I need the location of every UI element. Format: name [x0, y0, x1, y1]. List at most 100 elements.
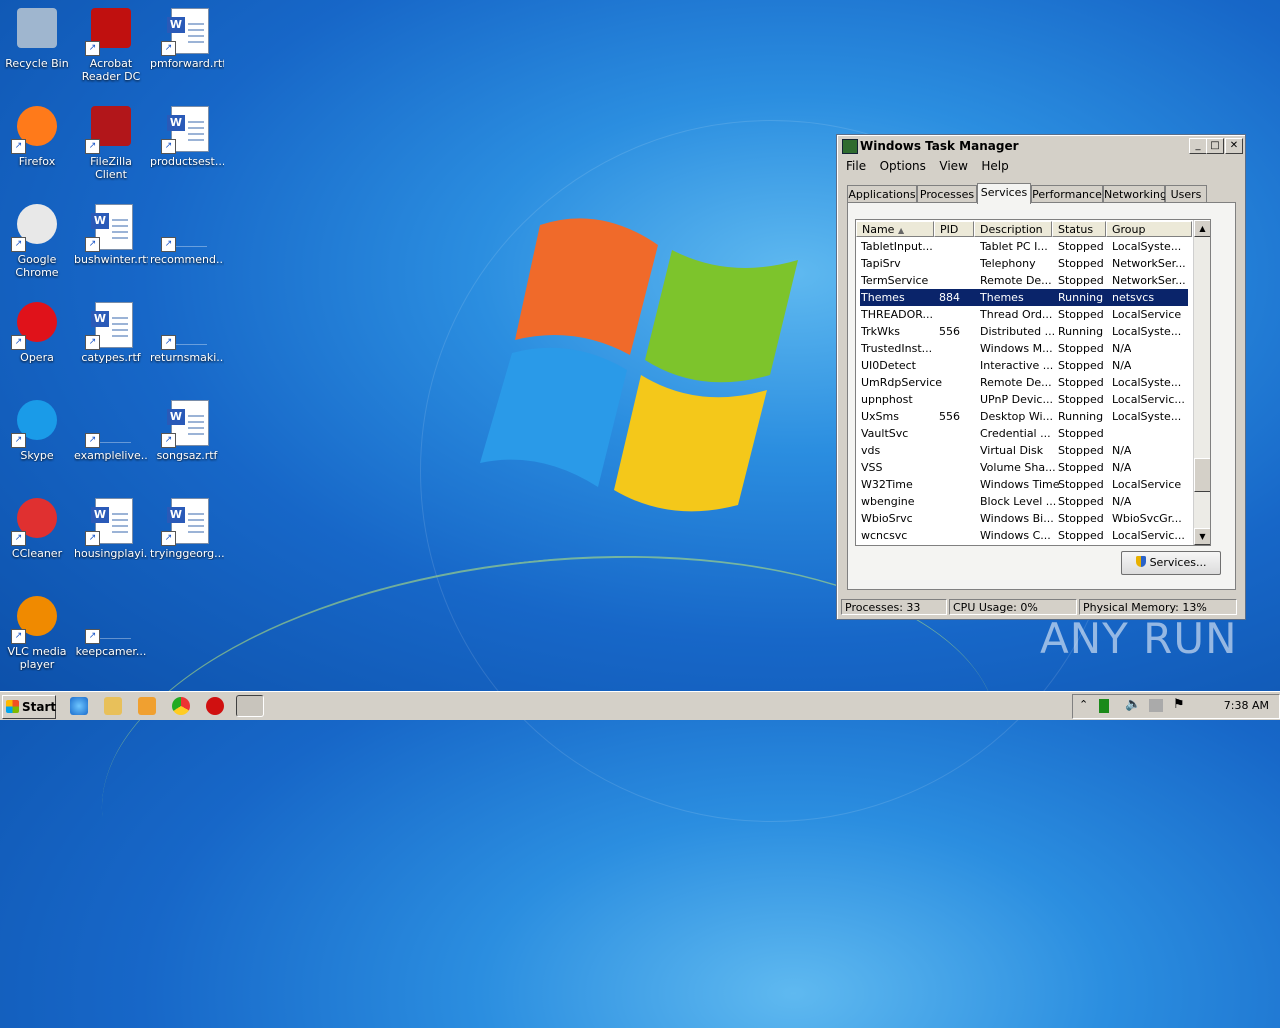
column-name-label: Name [862, 223, 895, 236]
desktop-icon[interactable]: W ↗ housingplayi... [74, 496, 148, 560]
table-row[interactable]: UI0Detect Interactive ... Stopped N/A [856, 357, 1188, 374]
desktop-icon[interactable]: ↗ Opera [0, 300, 74, 364]
scroll-thumb[interactable] [1194, 458, 1210, 492]
cell-group: LocalServic... [1112, 529, 1185, 542]
cell-desc: Windows Time [980, 478, 1060, 491]
menu-options[interactable]: Options [875, 157, 931, 175]
cell-status: Stopped [1058, 342, 1104, 355]
clock[interactable]: 7:38 AM [1224, 699, 1269, 712]
desktop-icon[interactable]: ↗ VLC media player [0, 594, 74, 671]
word-document-icon: W ↗ [161, 6, 211, 56]
cell-name: TrustedInst... [861, 342, 933, 355]
desktop-icon[interactable]: ↗ Google Chrome [0, 202, 74, 279]
desktop-icon[interactable]: ↗ recommend... [150, 202, 224, 266]
column-description[interactable]: Description [974, 221, 1052, 237]
table-row[interactable]: WbioSrvc Windows Bi... Stopped WbioSvcGr... [856, 510, 1188, 527]
table-row[interactable]: TrkWks 556 Distributed ... Running LocalSyst… [856, 323, 1188, 340]
column-name[interactable]: Name ▲ [856, 221, 934, 237]
table-row[interactable]: wbengine Block Level ... Stopped N/A [856, 493, 1188, 510]
desktop-icon[interactable]: W ↗ tryinggeorg... [150, 496, 224, 560]
tab-processes[interactable]: Processes [917, 185, 977, 203]
desktop-icon[interactable]: W ↗ catypes.rtf [74, 300, 148, 364]
tab-users[interactable]: Users [1165, 185, 1207, 203]
opera-taskbar-icon[interactable] [206, 697, 224, 715]
start-label: Start [22, 700, 57, 714]
cell-group: WbioSvcGr... [1112, 512, 1182, 525]
column-status[interactable]: Status [1052, 221, 1106, 237]
shortcut-arrow-icon: ↗ [11, 335, 26, 350]
desktop-icon[interactable]: ↗ examplelive... [74, 398, 148, 462]
cell-status: Stopped [1058, 240, 1104, 253]
desktop-icon[interactable]: ↗ returnsmaki... [150, 300, 224, 364]
table-row[interactable]: TrustedInst... Windows M... Stopped N/A [856, 340, 1188, 357]
cell-desc: Windows C... [980, 529, 1051, 542]
table-row[interactable]: wcncsvc Windows C... Stopped LocalServic... [856, 527, 1188, 544]
shortcut-arrow-icon: ↗ [11, 237, 26, 252]
desktop-icon-label: keepcamer... [75, 645, 147, 658]
table-row[interactable]: VaultSvc Credential ... Stopped [856, 425, 1188, 442]
chrome-taskbar-icon[interactable] [172, 697, 190, 715]
tab-networking[interactable]: Networking [1103, 185, 1167, 203]
column-pid[interactable]: PID [934, 221, 974, 237]
shortcut-arrow-icon: ↗ [11, 433, 26, 448]
cell-status: Running [1058, 325, 1104, 338]
maximize-button[interactable]: □ [1206, 138, 1224, 154]
tab-applications[interactable]: Applications [847, 185, 917, 203]
vertical-scrollbar[interactable]: ▲ ▼ [1193, 220, 1210, 545]
column-group[interactable]: Group [1106, 221, 1192, 237]
services-list[interactable]: Name ▲ PID Description Status Group Tabl… [855, 219, 1211, 546]
desktop-icon[interactable]: W ↗ bushwinter.rtf [74, 202, 148, 266]
tab-performance[interactable]: Performance [1031, 185, 1103, 203]
desktop-icon[interactable]: W ↗ productsest... [150, 104, 224, 168]
table-row[interactable]: TabletInput... Tablet PC I... Stopped Local… [856, 238, 1188, 255]
action-center-flag-icon[interactable]: ⚑ [1173, 697, 1185, 712]
table-row[interactable]: VSS Volume Sha... Stopped N/A [856, 459, 1188, 476]
tray-app-icon[interactable] [1099, 699, 1109, 713]
desktop-icon[interactable]: ↗ keepcamer... [74, 594, 148, 658]
desktop-icon[interactable]: Recycle Bin [0, 6, 74, 70]
menu-file[interactable]: File [841, 157, 871, 175]
menu-view[interactable]: View [934, 157, 972, 175]
table-row[interactable]: vds Virtual Disk Stopped N/A [856, 442, 1188, 459]
task-manager-taskbar-button[interactable] [236, 695, 264, 717]
desktop-icon[interactable]: ↗ Skype [0, 398, 74, 462]
table-row[interactable]: TapiSrv Telephony Stopped NetworkSer... [856, 255, 1188, 272]
folder-icon[interactable] [104, 697, 122, 715]
close-button[interactable]: ✕ [1225, 138, 1243, 154]
table-row[interactable]: UxSms 556 Desktop Wi... Running LocalSyste..… [856, 408, 1188, 425]
task-manager-window[interactable]: Windows Task Manager _ □ ✕ File Options … [836, 134, 1246, 620]
cell-name: UxSms [861, 410, 899, 423]
media-player-icon[interactable] [138, 697, 156, 715]
desktop-icon[interactable]: ↗ Firefox [0, 104, 74, 168]
start-button[interactable]: Start [2, 695, 56, 719]
desktop-icon[interactable]: ↗ Acrobat Reader DC [74, 6, 148, 83]
table-row[interactable]: upnphost UPnP Devic... Stopped LocalServic.… [856, 391, 1188, 408]
desktop-icon-label: Opera [20, 351, 54, 364]
scroll-down-button[interactable]: ▼ [1194, 528, 1210, 545]
desktop-icon[interactable]: W ↗ pmforward.rtf [150, 6, 224, 70]
table-row[interactable]: TermService Remote De... Stopped NetworkSer… [856, 272, 1188, 289]
scroll-up-button[interactable]: ▲ [1194, 220, 1210, 237]
network-icon[interactable] [1149, 699, 1163, 712]
cell-desc: Themes [980, 291, 1024, 304]
services-button[interactable]: Services... [1121, 551, 1221, 575]
desktop-icon[interactable]: W ↗ songsaz.rtf [150, 398, 224, 462]
volume-icon[interactable]: 🔈 [1125, 697, 1141, 712]
minimize-button[interactable]: _ [1189, 138, 1207, 154]
title-bar[interactable]: Windows Task Manager _ □ ✕ [839, 137, 1243, 155]
tab-services[interactable]: Services [977, 183, 1031, 204]
skype-icon: ↗ [11, 398, 61, 448]
cell-name: UI0Detect [861, 359, 916, 372]
desktop-icon[interactable]: ↗ CCleaner [0, 496, 74, 560]
cell-desc: Thread Ord... [980, 308, 1053, 321]
table-row[interactable]: THREADOR... Thread Ord... Stopped LocalServ… [856, 306, 1188, 323]
menu-help[interactable]: Help [976, 157, 1013, 175]
show-hidden-icons-icon[interactable]: ⌃ [1079, 698, 1088, 711]
table-row[interactable]: Themes 884 Themes Running netsvcs [860, 289, 1188, 306]
desktop-icon[interactable]: ↗ FileZilla Client [74, 104, 148, 181]
blank-file-icon: ↗ [161, 300, 211, 350]
internet-explorer-icon[interactable] [70, 697, 88, 715]
cell-status: Stopped [1058, 461, 1104, 474]
table-row[interactable]: W32Time Windows Time Stopped LocalService [856, 476, 1188, 493]
table-row[interactable]: UmRdpService Remote De... Stopped LocalSyst… [856, 374, 1188, 391]
